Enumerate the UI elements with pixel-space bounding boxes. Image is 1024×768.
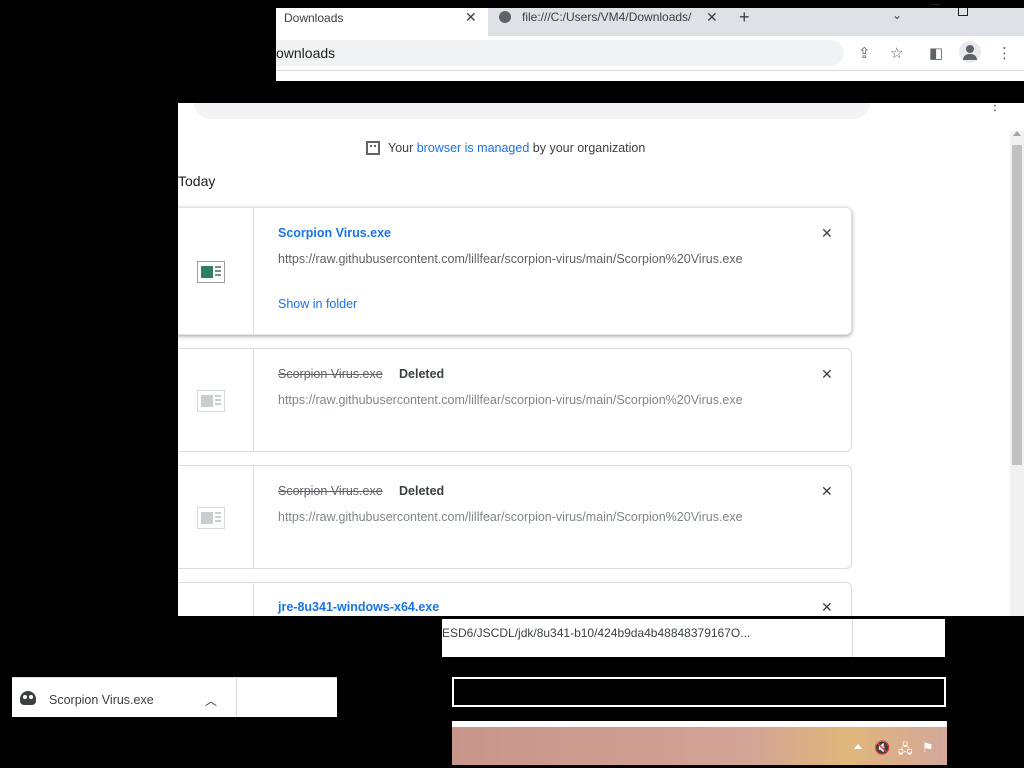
scrollbar-thumb[interactable] [1012,145,1022,465]
remove-item-close-icon[interactable]: ✕ [821,366,833,383]
address-bar-text[interactable]: ownloads [276,45,335,61]
managed-prefix: Your [388,141,417,155]
network-icon[interactable]: 🖧 [898,740,913,762]
managed-notice: Your browser is managed by your organiza… [366,141,645,155]
file-icon [197,261,225,283]
download-item: Scorpion Virus.exe https://raw.githubuse… [178,207,852,335]
download-file-name: Scorpion Virus.exe [278,367,383,381]
tab-downloads-title: Downloads [284,11,344,25]
desktop-taskbar [452,727,947,765]
side-panel-icon[interactable]: ◧ [929,44,943,62]
show-in-folder-link[interactable]: Show in folder [278,297,357,311]
share-icon[interactable]: ⇪ [858,44,871,62]
tab-close-icon[interactable]: ✕ [706,9,718,26]
search-downloads-input[interactable] [194,103,870,119]
download-source-url: https://raw.githubusercontent.com/lillfe… [278,510,743,524]
scroll-up-arrow-icon[interactable] [1013,131,1021,136]
skull-icon [20,691,36,705]
managed-link[interactable]: browser is managed [417,141,530,155]
item-divider [253,349,254,451]
tab-search-chevron-icon[interactable]: ⌄ [892,8,902,22]
show-hidden-icons-arrow-icon[interactable] [854,744,862,749]
remove-item-close-icon[interactable]: ✕ [821,483,833,500]
download-source-url: https://raw.githubusercontent.com/lillfe… [278,393,743,407]
file-icon [197,390,225,412]
download-item: Scorpion Virus.exe Deleted https://raw.g… [178,465,852,569]
download-item: Scorpion Virus.exe Deleted https://raw.g… [178,348,852,452]
date-section-label: Today [178,173,216,189]
toolbar-divider [276,70,1024,81]
profile-icon[interactable] [959,41,981,63]
address-bar[interactable] [276,40,844,66]
download-item: jre-8u341-windows-x64.exe ✕ [178,582,852,616]
download-file-name: Scorpion Virus.exe [278,484,383,498]
globe-icon [499,11,511,23]
download-source-url[interactable]: ESD6/JSCDL/jdk/8u341-b10/424b9da4b488483… [442,626,750,640]
download-status: Deleted [399,484,445,498]
download-status: Deleted [399,367,445,381]
item-divider [253,466,254,568]
building-icon [366,141,380,155]
maximize-icon[interactable] [958,8,968,16]
download-file-name[interactable]: jre-8u341-windows-x64.exe [278,600,439,614]
minimize-icon[interactable] [930,4,940,5]
item-divider [253,208,254,334]
item-divider [253,583,254,616]
chevron-up-icon[interactable]: ︿ [205,692,217,709]
more-actions-icon[interactable]: ⋮ [988,103,1002,114]
action-center-flag-icon[interactable]: ⚑ [922,740,934,756]
file-icon [197,507,225,529]
download-shelf-item-name[interactable]: Scorpion Virus.exe [49,693,154,707]
remove-item-close-icon[interactable]: ✕ [821,225,833,242]
outlined-box [452,677,946,707]
download-file-name[interactable]: Scorpion Virus.exe [278,226,391,240]
star-icon[interactable]: ☆ [890,44,903,62]
managed-text: Your browser is managed by your organiza… [388,141,645,155]
new-tab-icon[interactable]: + [739,7,750,28]
download-source-url[interactable]: https://raw.githubusercontent.com/lillfe… [278,252,743,266]
shelf-divider [236,677,237,716]
tab-close-icon[interactable]: ✕ [465,9,477,26]
managed-suffix: by your organization [529,141,646,155]
remove-item-close-icon[interactable]: ✕ [821,599,833,616]
downloads-page: ⋮ Your browser is managed by your organi… [178,103,1024,616]
kebab-menu-icon[interactable]: ⋮ [997,44,1012,62]
speaker-muted-icon[interactable]: 🔇 [874,740,890,756]
tab-file-title: file:///C:/Users/VM4/Downloads/ [522,10,692,24]
item-border [852,619,853,657]
